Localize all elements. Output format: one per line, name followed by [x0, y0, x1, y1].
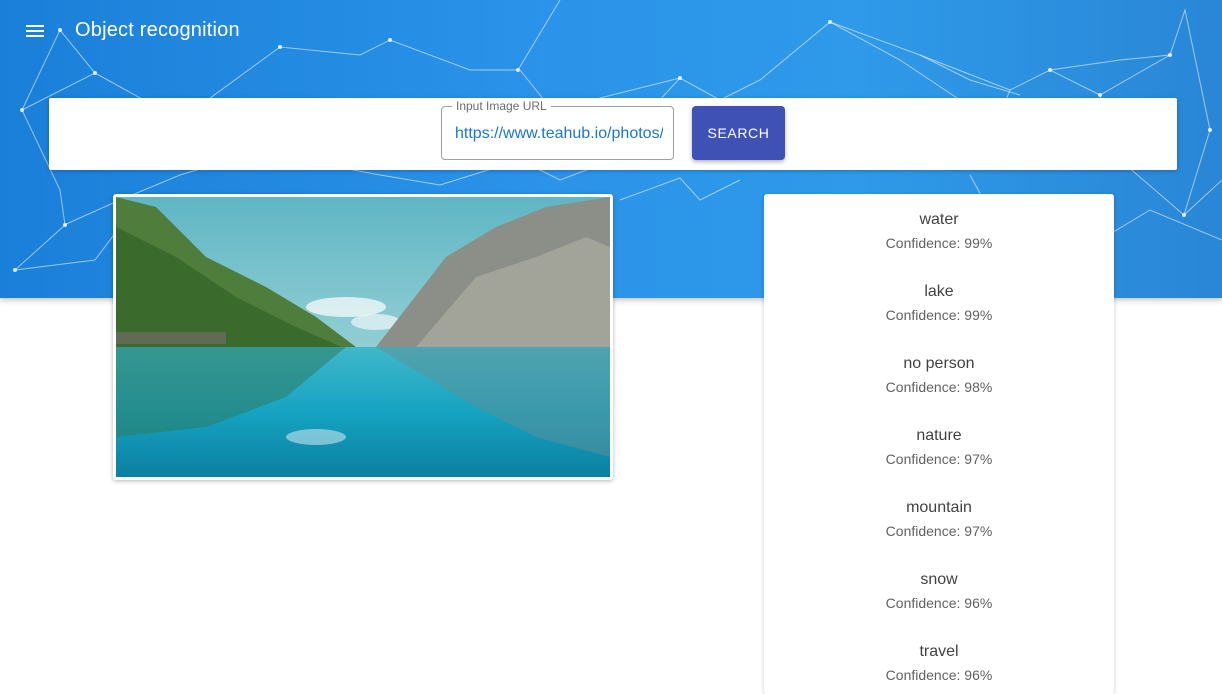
result-item: no person Confidence: 98% — [764, 355, 1114, 395]
result-confidence: Confidence: 96% — [885, 595, 993, 611]
result-label: lake — [924, 283, 954, 300]
result-confidence: Confidence: 99% — [885, 235, 993, 251]
url-field[interactable]: Input Image URL — [441, 100, 674, 160]
result-confidence: Confidence: 97% — [885, 523, 993, 539]
menu-icon — [26, 22, 44, 40]
page-title: Object recognition — [75, 19, 240, 41]
search-card: Input Image URL SEARCH — [49, 98, 1177, 170]
result-confidence: Confidence: 96% — [885, 667, 993, 683]
result-confidence: Confidence: 99% — [885, 307, 993, 323]
lake-mountain-photo — [116, 197, 610, 477]
image-card — [113, 194, 613, 480]
result-confidence: Confidence: 98% — [885, 379, 993, 395]
result-item: mountain Confidence: 97% — [764, 499, 1114, 539]
search-button[interactable]: SEARCH — [692, 106, 785, 160]
result-label: snow — [920, 571, 958, 588]
result-label: mountain — [906, 499, 972, 516]
result-item: lake Confidence: 99% — [764, 283, 1114, 323]
url-input[interactable] — [455, 122, 663, 146]
result-label: nature — [916, 427, 962, 444]
result-label: water — [919, 211, 959, 228]
result-item: snow Confidence: 96% — [764, 571, 1114, 611]
result-label: travel — [919, 643, 959, 660]
menu-button[interactable] — [22, 18, 48, 44]
results-card: water Confidence: 99% lake Confidence: 9… — [764, 194, 1114, 694]
result-item: nature Confidence: 97% — [764, 427, 1114, 467]
result-confidence: Confidence: 97% — [885, 451, 993, 467]
result-item: water Confidence: 99% — [764, 211, 1114, 251]
result-label: no person — [903, 355, 975, 372]
result-item: travel Confidence: 96% — [764, 643, 1114, 683]
url-field-label: Input Image URL — [452, 100, 551, 113]
